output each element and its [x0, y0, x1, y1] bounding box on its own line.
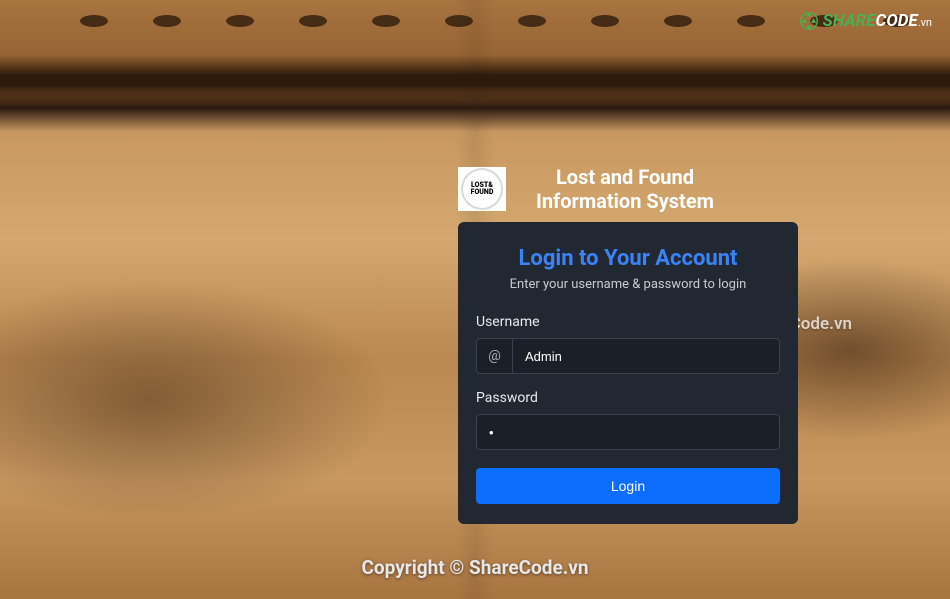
app-logo: LOST& FOUND — [458, 167, 506, 211]
logo-text-2: FOUND — [471, 189, 494, 196]
password-label: Password — [476, 390, 780, 406]
watermark-vn: .vn — [918, 16, 932, 29]
app-title-line1: Lost and Found — [536, 165, 714, 189]
watermark-share: SHARE — [823, 11, 876, 31]
card-title: Login to Your Account — [476, 246, 780, 271]
watermark-logo: SHARECODE.vn — [798, 10, 932, 32]
username-group: @ — [476, 338, 780, 374]
login-button[interactable]: Login — [476, 468, 780, 504]
watermark-code: CODE — [876, 11, 918, 31]
app-title: Lost and Found Information System — [536, 165, 714, 213]
card-subtitle: Enter your username & password to login — [476, 277, 780, 292]
footer-copyright: Copyright © ShareCode.vn — [0, 556, 950, 579]
login-card: Login to Your Account Enter your usernam… — [458, 222, 798, 524]
at-icon: @ — [476, 338, 512, 374]
username-label: Username — [476, 314, 780, 330]
background-band — [0, 55, 950, 105]
app-title-line2: Information System — [536, 189, 714, 213]
username-input[interactable] — [512, 338, 780, 374]
password-input[interactable] — [476, 414, 780, 450]
recycle-icon — [798, 10, 820, 32]
app-header: LOST& FOUND Lost and Found Information S… — [458, 165, 714, 213]
